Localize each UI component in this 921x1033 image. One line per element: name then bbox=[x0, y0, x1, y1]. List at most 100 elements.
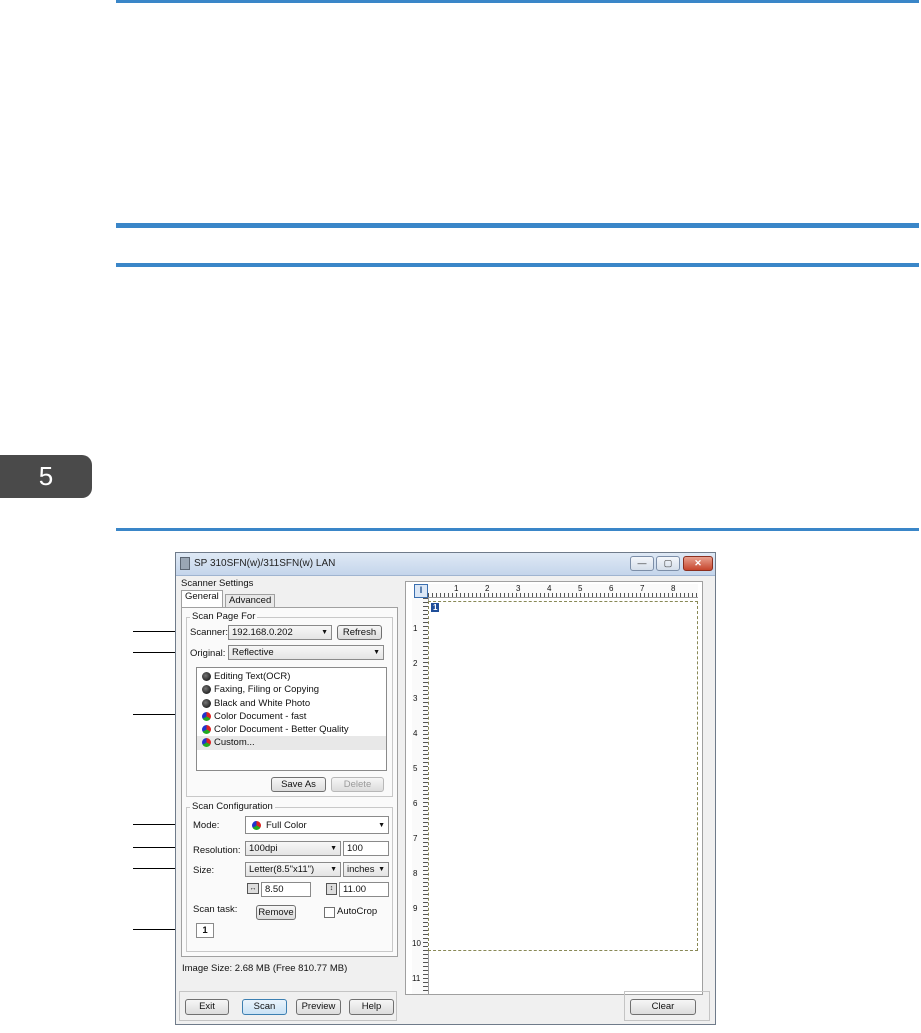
close-button[interactable]: ✕ bbox=[683, 556, 713, 571]
full-color-icon bbox=[252, 821, 261, 830]
height-field[interactable]: 11.00 bbox=[339, 882, 389, 897]
ruler-label: 8 bbox=[671, 584, 676, 593]
mode-value: Full Color bbox=[266, 820, 307, 831]
color-document-icon bbox=[202, 725, 211, 735]
chapter-tab: 5 bbox=[0, 455, 92, 498]
list-item-label: Color Document - fast bbox=[214, 710, 307, 722]
ruler-label: 3 bbox=[516, 584, 521, 593]
mode-label: Mode: bbox=[193, 820, 220, 831]
tab-general[interactable]: General bbox=[181, 590, 223, 607]
autocrop-label: AutoCrop bbox=[337, 906, 378, 917]
scan-button[interactable]: Scan bbox=[242, 999, 287, 1015]
ruler-label: 5 bbox=[413, 764, 418, 773]
page-marker: 1 bbox=[431, 603, 440, 612]
list-item-label: Color Document - Better Quality bbox=[214, 724, 349, 736]
list-item-label: Custom... bbox=[214, 737, 255, 749]
original-value: Reflective bbox=[232, 647, 274, 658]
ruler-label: 11 bbox=[412, 974, 421, 983]
vertical-ruler: 1 2 3 4 5 6 7 8 9 10 11 bbox=[412, 598, 429, 994]
original-label: Original: bbox=[190, 648, 226, 659]
ruler-label: 1 bbox=[454, 584, 459, 593]
ruler-label: 2 bbox=[485, 584, 490, 593]
tab-advanced[interactable]: Advanced bbox=[225, 594, 276, 607]
title-bar: SP 310SFN(w)/311SFN(w) LAN — ▢ ✕ bbox=[176, 553, 715, 576]
scan-configuration-title: Scan Configuration bbox=[190, 801, 275, 812]
scanner-app-icon bbox=[180, 557, 190, 570]
ruler-label: 2 bbox=[413, 659, 418, 668]
ruler-label: 3 bbox=[413, 694, 418, 703]
list-item-label: Black and White Photo bbox=[214, 697, 311, 709]
ruler-label: 7 bbox=[640, 584, 645, 593]
original-select[interactable]: Reflective ▼ bbox=[228, 645, 384, 660]
width-field[interactable]: 8.50 bbox=[261, 882, 311, 897]
help-button[interactable]: Help bbox=[349, 999, 394, 1015]
chevron-down-icon: ▼ bbox=[321, 629, 328, 636]
ruler-label: 10 bbox=[412, 939, 421, 948]
scan-task-label: Scan task: bbox=[193, 904, 238, 915]
size-select[interactable]: Letter(8.5"x11") ▼ bbox=[245, 862, 341, 877]
exit-button[interactable]: Exit bbox=[185, 999, 229, 1015]
section-rule-2 bbox=[116, 263, 919, 267]
scan-preset-list[interactable]: Editing Text(OCR) Faxing, Filing or Copy… bbox=[196, 667, 387, 771]
list-item[interactable]: Color Document - Better Quality bbox=[197, 723, 386, 736]
list-item-label: Faxing, Filing or Copying bbox=[214, 684, 320, 696]
maximize-button[interactable]: ▢ bbox=[656, 556, 680, 571]
ruler-label: 4 bbox=[413, 729, 418, 738]
save-as-button[interactable]: Save As bbox=[271, 777, 326, 792]
clear-button[interactable]: Clear bbox=[630, 999, 696, 1015]
refresh-button[interactable]: Refresh bbox=[337, 625, 382, 640]
color-document-icon bbox=[202, 738, 211, 748]
size-value: Letter(8.5"x11") bbox=[249, 864, 315, 875]
list-item[interactable]: Faxing, Filing or Copying bbox=[197, 683, 386, 696]
image-size-status: Image Size: 2.68 MB (Free 810.77 MB) bbox=[182, 963, 348, 974]
list-item[interactable]: Editing Text(OCR) bbox=[197, 670, 386, 683]
chevron-down-icon: ▼ bbox=[330, 866, 337, 873]
ruler-label: 6 bbox=[609, 584, 614, 593]
remove-button[interactable]: Remove bbox=[256, 905, 296, 920]
scanner-window: SP 310SFN(w)/311SFN(w) LAN — ▢ ✕ Scanner… bbox=[175, 552, 716, 1025]
scan-task-item[interactable]: 1 bbox=[196, 923, 214, 938]
horizontal-ruler: 1 2 3 4 5 6 7 8 bbox=[428, 584, 698, 598]
chevron-down-icon: ▼ bbox=[378, 866, 385, 873]
ruler-label: 5 bbox=[578, 584, 583, 593]
delete-button[interactable]: Delete bbox=[331, 777, 384, 792]
bw-photo-icon bbox=[202, 698, 211, 708]
ruler-label: 9 bbox=[413, 904, 418, 913]
bw-document-icon bbox=[202, 685, 211, 695]
chevron-down-icon: ▼ bbox=[373, 649, 380, 656]
ruler-label: 6 bbox=[413, 799, 418, 808]
size-label: Size: bbox=[193, 865, 215, 876]
autocrop-checkbox[interactable] bbox=[324, 907, 335, 918]
section-rule-1 bbox=[116, 223, 919, 228]
chevron-down-icon: ▼ bbox=[378, 822, 385, 829]
ruler-label: 8 bbox=[413, 869, 418, 878]
list-item[interactable]: Color Document - fast bbox=[197, 710, 386, 723]
scanner-value: 192.168.0.202 bbox=[232, 627, 293, 638]
resolution-label: Resolution: bbox=[193, 845, 241, 856]
list-item[interactable]: Black and White Photo bbox=[197, 697, 386, 710]
unit-select[interactable]: inches ▼ bbox=[343, 862, 389, 877]
scan-area[interactable]: 1 bbox=[428, 601, 698, 951]
scanner-label: Scanner: bbox=[190, 627, 229, 638]
scanner-settings-label: Scanner Settings bbox=[181, 578, 254, 589]
window-title: SP 310SFN(w)/311SFN(w) LAN bbox=[194, 558, 336, 569]
unit-value: inches bbox=[347, 864, 375, 875]
scanner-select[interactable]: 192.168.0.202 ▼ bbox=[228, 625, 332, 640]
ruler-origin-icon[interactable]: I bbox=[414, 584, 428, 598]
ruler-label: 7 bbox=[413, 834, 418, 843]
chevron-down-icon: ▼ bbox=[330, 845, 337, 852]
list-item-selected[interactable]: Custom... bbox=[197, 736, 386, 750]
list-item-label: Editing Text(OCR) bbox=[214, 671, 291, 682]
scan-page-for-title: Scan Page For bbox=[190, 611, 258, 622]
top-rule bbox=[116, 0, 919, 3]
resolution-value: 100dpi bbox=[249, 843, 278, 854]
resolution-select[interactable]: 100dpi ▼ bbox=[245, 841, 341, 856]
color-document-icon bbox=[202, 711, 211, 721]
width-icon: ↔ bbox=[247, 883, 259, 894]
height-icon: ↕ bbox=[326, 883, 337, 895]
mode-select[interactable]: Full Color ▼ bbox=[245, 816, 389, 834]
resolution-number-field[interactable]: 100 bbox=[343, 841, 389, 856]
minimize-button[interactable]: — bbox=[630, 556, 654, 571]
preview-button[interactable]: Preview bbox=[296, 999, 341, 1015]
ruler-label: 1 bbox=[413, 624, 418, 633]
